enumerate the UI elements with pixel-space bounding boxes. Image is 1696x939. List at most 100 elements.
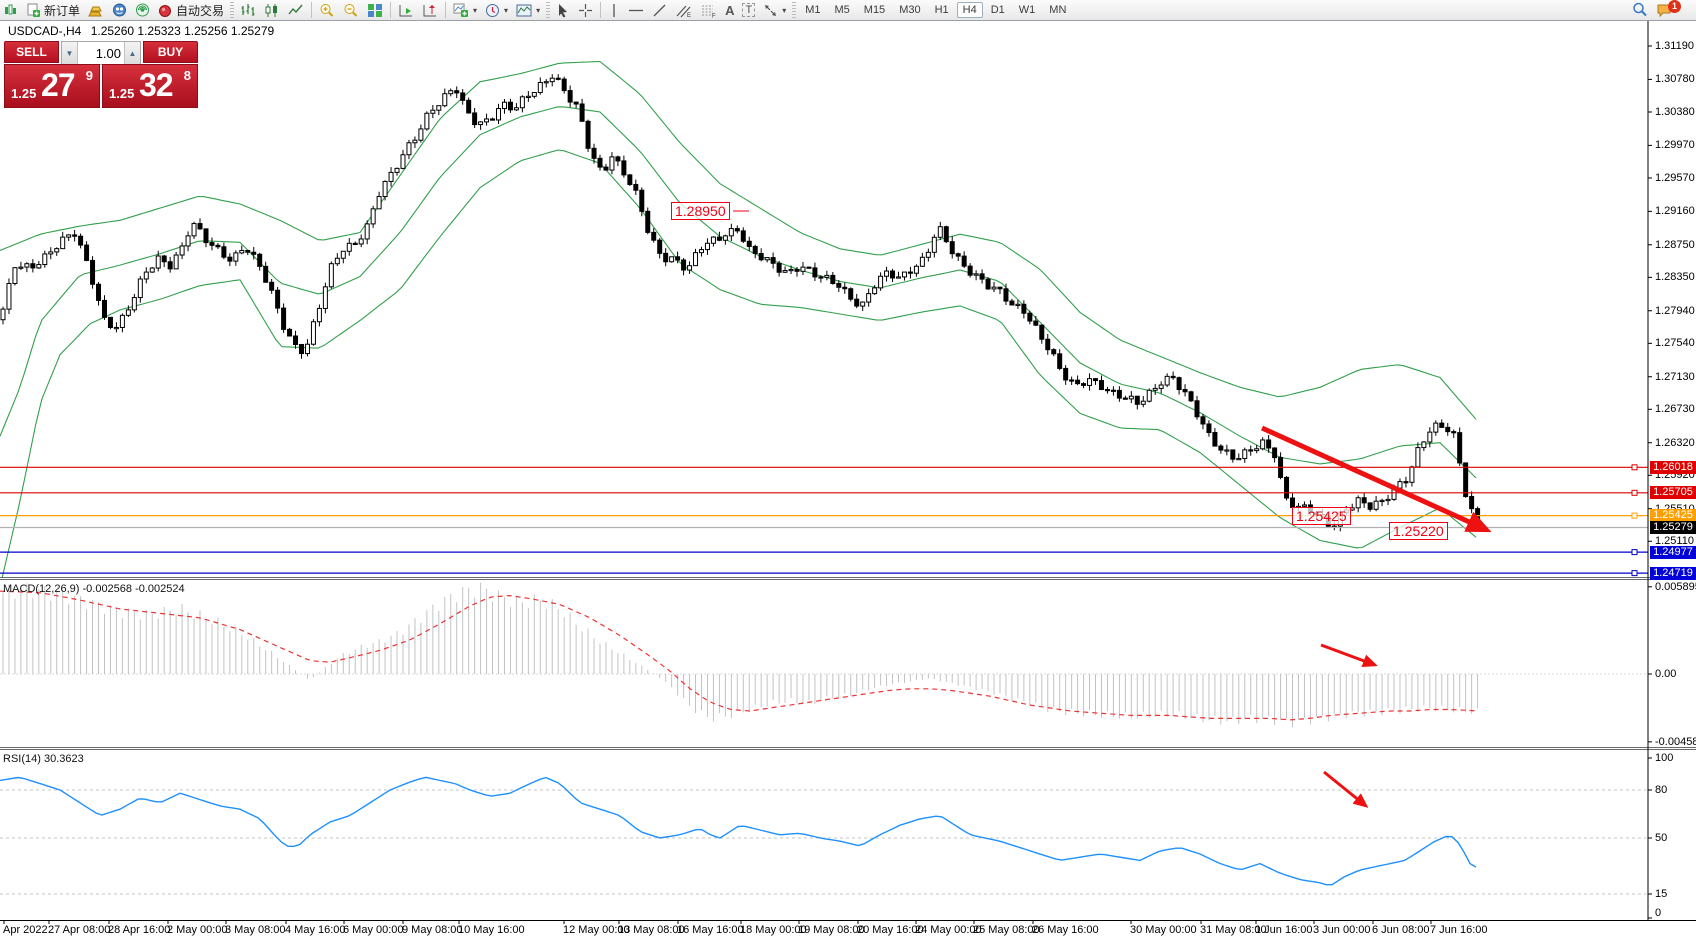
price-tick-label: 1.30380 bbox=[1655, 106, 1696, 118]
autoscroll-button[interactable] bbox=[395, 1, 417, 19]
hline-tool-button[interactable] bbox=[625, 1, 647, 19]
cursor-button[interactable] bbox=[553, 1, 573, 19]
timeframe-h1[interactable]: H1 bbox=[929, 2, 955, 18]
time-tick-label: 10 May 16:00 bbox=[458, 924, 525, 936]
periods-button[interactable]: ▾ bbox=[482, 1, 511, 19]
arrows-dropdown-arrow[interactable]: ▾ bbox=[782, 6, 786, 15]
trend-arrow-rsi[interactable] bbox=[1324, 772, 1366, 806]
time-tick-label: 2 May 00:00 bbox=[167, 924, 228, 936]
vline-tool-icon bbox=[608, 3, 620, 18]
price-tick-label: 1.29970 bbox=[1655, 139, 1696, 151]
buy-price-figure: 1.25 bbox=[109, 86, 134, 101]
rsi-tick-label: 50 bbox=[1655, 832, 1696, 844]
community-icon bbox=[112, 3, 127, 17]
hline-handle[interactable] bbox=[1632, 571, 1637, 576]
buy-price-pips: 32 bbox=[139, 67, 173, 104]
price-tick-label: 1.31190 bbox=[1655, 40, 1696, 52]
indicators-button[interactable]: ▾ bbox=[450, 1, 480, 19]
macd-tick-label: 0.005895 bbox=[1655, 581, 1696, 593]
search-button[interactable] bbox=[1629, 1, 1651, 19]
autoscroll-icon bbox=[398, 3, 414, 18]
price-tick-label: 1.28750 bbox=[1655, 239, 1696, 251]
templates-dropdown-arrow[interactable]: ▾ bbox=[536, 6, 540, 15]
timeframe-m1[interactable]: M1 bbox=[799, 2, 826, 18]
signals-button[interactable] bbox=[132, 1, 153, 19]
buy-price-display[interactable]: 1.25 32 8 bbox=[102, 64, 198, 108]
time-tick-label: 4 May 16:00 bbox=[285, 924, 346, 936]
bar-chart-button[interactable] bbox=[237, 1, 259, 19]
gold-bars-button[interactable] bbox=[85, 1, 107, 19]
price-annotation-label[interactable]: 1.28950 bbox=[671, 202, 730, 220]
line-chart-icon bbox=[288, 3, 304, 18]
crosshair-button[interactable] bbox=[575, 1, 596, 19]
chart-shift-button[interactable] bbox=[419, 1, 441, 19]
trendline-tool-button[interactable] bbox=[649, 1, 670, 19]
volume-down-button[interactable]: ▼ bbox=[62, 42, 78, 64]
time-tick-label: 19 May 08:00 bbox=[798, 924, 865, 936]
time-tick-label: 16 May 16:00 bbox=[677, 924, 744, 936]
price-annotation-label[interactable]: 1.25220 bbox=[1389, 522, 1448, 540]
hline-handle[interactable] bbox=[1632, 550, 1637, 555]
channel-tool-button[interactable]: E bbox=[672, 1, 695, 19]
templates-button[interactable]: ▾ bbox=[513, 1, 543, 19]
zoom-in-button[interactable] bbox=[316, 1, 338, 19]
macd-name: MACD(12,26,9) bbox=[3, 583, 79, 595]
time-tick-label: 13 May 08:00 bbox=[618, 924, 685, 936]
arrows-tool-icon bbox=[763, 3, 778, 18]
time-tick-label: 26 May 16:00 bbox=[1032, 924, 1099, 936]
zoom-out-button[interactable] bbox=[340, 1, 362, 19]
price-tick-label: 1.26730 bbox=[1655, 403, 1696, 415]
timeframe-d1[interactable]: D1 bbox=[985, 2, 1011, 18]
candlestick-button[interactable] bbox=[261, 1, 283, 19]
trend-arrow-macd[interactable] bbox=[1321, 645, 1375, 665]
rsi-pane bbox=[0, 777, 1648, 894]
indicators-dropdown-arrow[interactable]: ▾ bbox=[473, 6, 477, 15]
search-icon bbox=[1632, 2, 1648, 18]
sell-button-label: SELL bbox=[16, 45, 47, 59]
notifications-button[interactable]: 1 bbox=[1653, 1, 1691, 19]
timeframe-m5[interactable]: M5 bbox=[829, 2, 856, 18]
price-tick-label: 1.27130 bbox=[1655, 371, 1696, 383]
fibonacci-tool-button[interactable]: F bbox=[697, 1, 720, 19]
timeframe-m30[interactable]: M30 bbox=[893, 2, 926, 18]
vline-tool-button[interactable] bbox=[605, 1, 623, 19]
chart-shift-icon bbox=[422, 3, 438, 18]
time-tick-label: 27 Apr 08:00 bbox=[48, 924, 110, 936]
timeframe-mn[interactable]: MN bbox=[1043, 2, 1072, 18]
time-tick-label: 9 May 08:00 bbox=[402, 924, 463, 936]
new-order-label: 新订单 bbox=[44, 2, 80, 19]
macd-pane-label: MACD(12,26,9) -0.002568 -0.002524 bbox=[3, 583, 185, 595]
text-tool-icon: A bbox=[725, 3, 734, 18]
periods-dropdown-arrow[interactable]: ▾ bbox=[504, 6, 508, 15]
price-annotation-label[interactable]: 1.25425 bbox=[1292, 507, 1351, 525]
label-tool-button[interactable]: T bbox=[739, 1, 758, 19]
zoom-out-icon bbox=[343, 3, 359, 18]
volume-input[interactable] bbox=[78, 42, 124, 64]
hline-handle[interactable] bbox=[1632, 490, 1637, 495]
bollinger-bands bbox=[0, 62, 1476, 587]
indicators-icon bbox=[453, 3, 469, 18]
text-tool-button[interactable]: A bbox=[722, 1, 737, 19]
sell-price-display[interactable]: 1.25 27 9 bbox=[4, 64, 100, 108]
timeframe-group: M1M5M15M30H1H4D1W1MN bbox=[798, 2, 1073, 18]
new-order-button[interactable]: 新订单 bbox=[23, 1, 83, 19]
timeframe-h4[interactable]: H4 bbox=[957, 2, 983, 18]
arrows-tool-button[interactable]: ▾ bbox=[760, 1, 789, 19]
chart-canvas[interactable] bbox=[0, 0, 1696, 939]
macd-pane bbox=[0, 583, 1648, 728]
timeframe-m15[interactable]: M15 bbox=[858, 2, 891, 18]
timeframe-w1[interactable]: W1 bbox=[1013, 2, 1042, 18]
sell-button[interactable]: SELL bbox=[4, 41, 59, 63]
hline-handle[interactable] bbox=[1632, 513, 1637, 518]
macd-signal-line bbox=[0, 591, 1476, 720]
axis-price-badge: 1.24719 bbox=[1650, 567, 1696, 580]
autotrading-button[interactable]: 自动交易 bbox=[155, 1, 227, 19]
buy-button[interactable]: BUY bbox=[143, 41, 198, 63]
volume-stepper: ▼ ▲ bbox=[61, 41, 141, 65]
hline-handle[interactable] bbox=[1632, 465, 1637, 470]
tile-windows-button[interactable] bbox=[364, 1, 386, 19]
autotrading-icon bbox=[158, 3, 173, 17]
volume-up-button[interactable]: ▲ bbox=[124, 42, 140, 64]
community-button[interactable] bbox=[109, 1, 130, 19]
line-chart-button[interactable] bbox=[285, 1, 307, 19]
